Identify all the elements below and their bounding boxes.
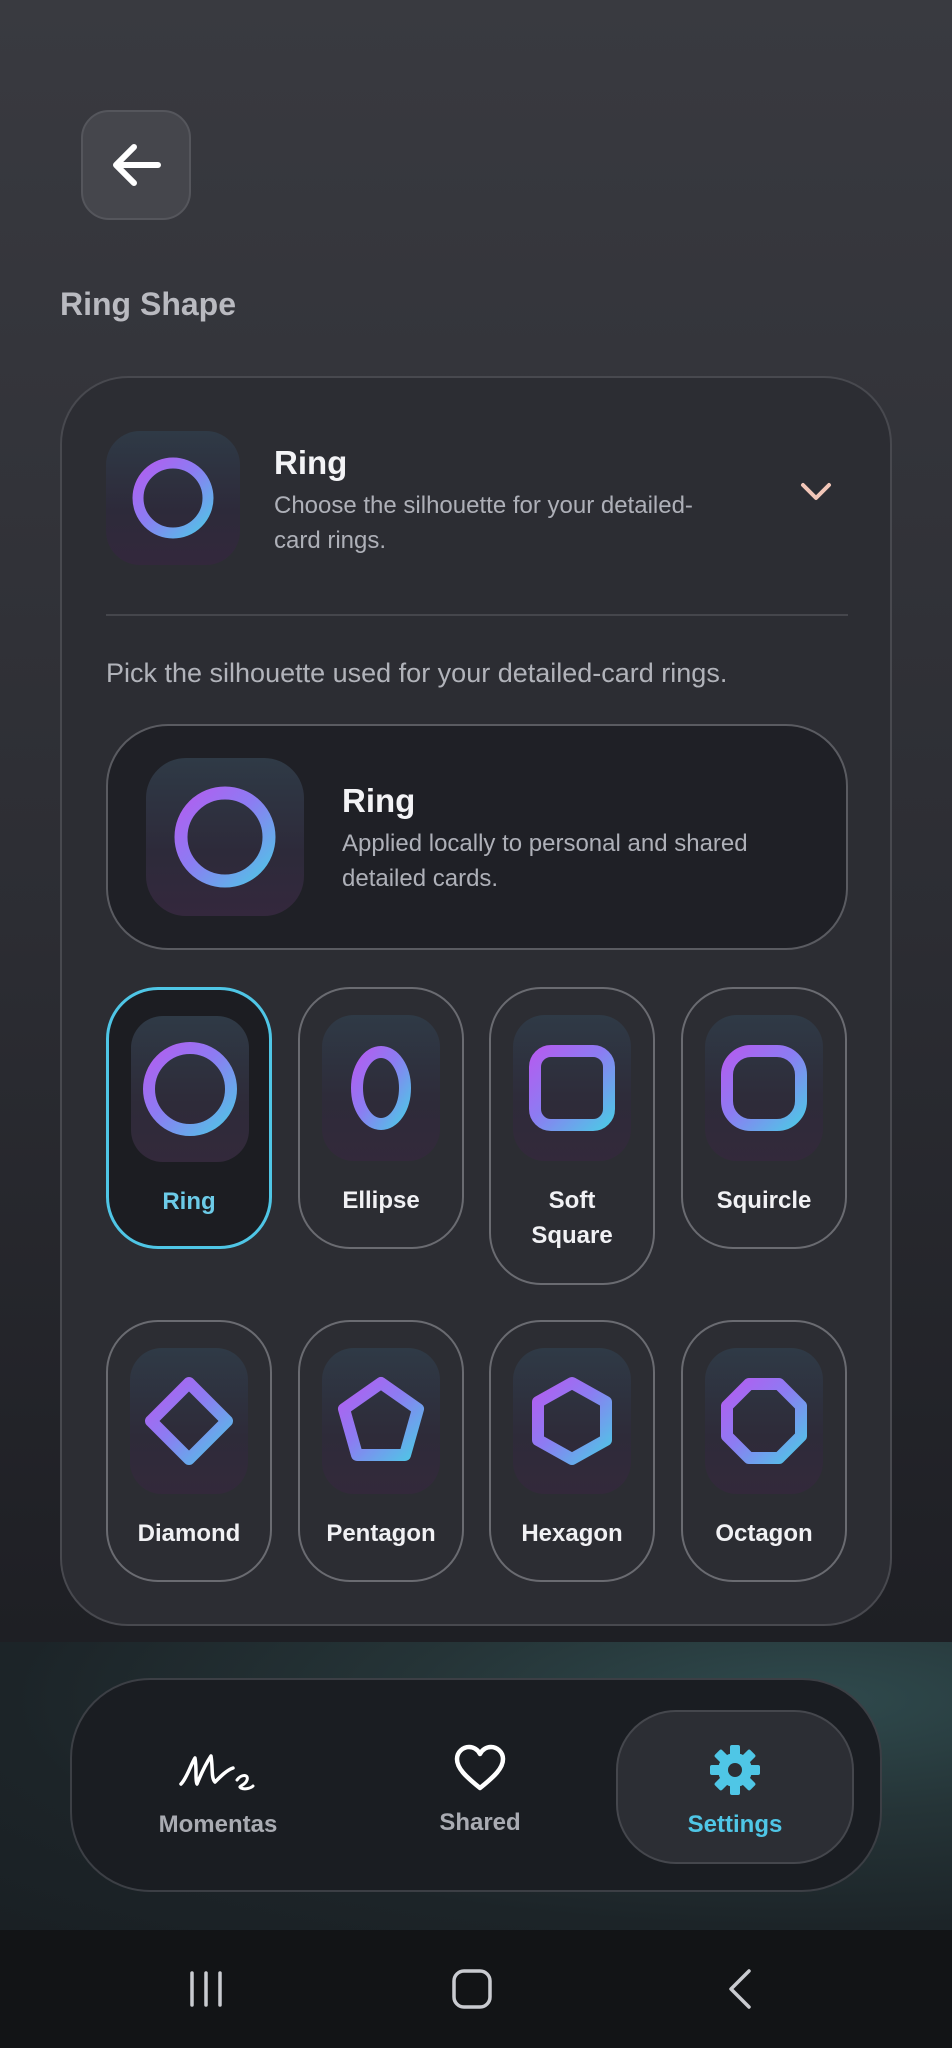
octagon-icon xyxy=(705,1348,823,1494)
shape-option-label: Diamond xyxy=(137,1520,241,1547)
shape-option-label: Ring xyxy=(162,1188,216,1215)
heart-icon xyxy=(454,1744,506,1791)
shape-option-diamond[interactable]: Diamond xyxy=(106,1320,272,1582)
shape-option-label: Soft Square xyxy=(531,1187,613,1249)
home-button[interactable] xyxy=(432,1930,512,2048)
system-nav-bar xyxy=(0,1930,952,2048)
back-button[interactable] xyxy=(81,110,191,220)
home-icon xyxy=(452,1969,492,2009)
gear-icon xyxy=(710,1745,760,1795)
shape-option-label: Pentagon xyxy=(326,1520,436,1547)
momentas-logo-icon xyxy=(179,1754,255,1791)
shape-option-pentagon[interactable]: Pentagon xyxy=(298,1320,464,1582)
section-title: Ring Shape xyxy=(60,286,237,322)
shape-option-hexagon[interactable]: Hexagon xyxy=(489,1320,655,1582)
pentagon-icon xyxy=(322,1348,440,1494)
shape-option-label: Squircle xyxy=(716,1187,812,1214)
shape-option-squircle[interactable]: Squircle xyxy=(681,987,847,1249)
nav-label: Settings xyxy=(687,1811,783,1838)
shape-option-label: Octagon xyxy=(715,1520,813,1547)
ring-preview-icon xyxy=(146,758,304,916)
shape-option-ring[interactable]: Ring xyxy=(106,987,272,1249)
squircle-icon xyxy=(705,1015,823,1161)
preview-subtitle: Applied locally to personal and shared d… xyxy=(342,830,748,892)
nav-item-settings[interactable]: Settings xyxy=(616,1710,854,1864)
ring-icon xyxy=(131,1016,249,1162)
chevron-down-icon[interactable] xyxy=(800,482,832,507)
selected-shape-preview: Ring Applied locally to personal and sha… xyxy=(106,724,848,950)
recents-button[interactable] xyxy=(166,1930,246,2048)
panel-title: Ring xyxy=(274,444,348,481)
hexagon-icon xyxy=(513,1348,631,1494)
ring-shape-panel: Ring Choose the silhouette for your deta… xyxy=(60,376,892,1626)
panel-description: Pick the silhouette used for your detail… xyxy=(106,658,728,688)
back-icon xyxy=(729,1969,751,2009)
shape-option-soft-square[interactable]: Soft Square xyxy=(489,987,655,1285)
recents-icon xyxy=(190,1971,222,2007)
bottom-nav-area: Momentas Shared Settings xyxy=(0,1642,952,1930)
nav-label: Momentas xyxy=(158,1811,278,1838)
nav-item-momentas[interactable]: Momentas xyxy=(120,1680,316,1894)
shape-option-label: Hexagon xyxy=(521,1520,623,1547)
diamond-icon xyxy=(130,1348,248,1494)
soft-square-icon xyxy=(513,1015,631,1161)
ellipse-icon xyxy=(322,1015,440,1161)
nav-label: Shared xyxy=(439,1809,521,1836)
arrow-left-icon xyxy=(113,144,161,186)
shape-option-ellipse[interactable]: Ellipse xyxy=(298,987,464,1249)
nav-item-shared[interactable]: Shared xyxy=(382,1680,578,1894)
preview-title: Ring xyxy=(342,782,416,819)
system-back-button[interactable] xyxy=(700,1930,780,2048)
panel-subtitle: Choose the silhouette for your detailed-… xyxy=(274,492,693,554)
bottom-nav: Momentas Shared Settings xyxy=(70,1678,882,1892)
shape-option-label: Ellipse xyxy=(342,1187,420,1214)
shape-option-octagon[interactable]: Octagon xyxy=(681,1320,847,1582)
ring-shape-icon xyxy=(106,431,240,565)
divider xyxy=(106,614,848,616)
